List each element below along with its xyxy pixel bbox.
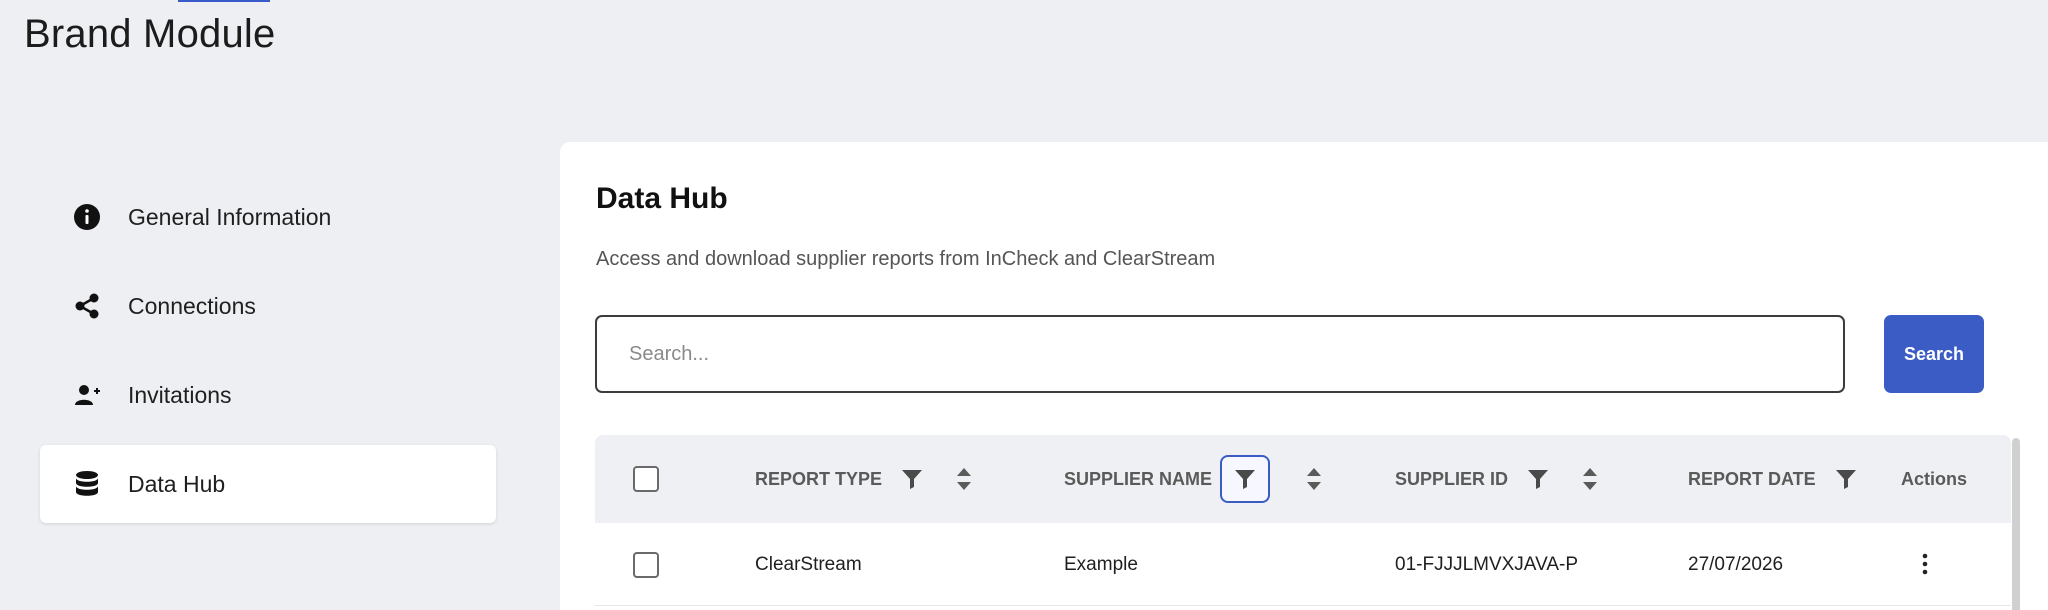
more-actions-icon[interactable] xyxy=(1910,549,1940,579)
sidebar-item-label: Invitations xyxy=(128,381,232,408)
table-row: ClearStream Example 01-FJJJLMVXJAVA-P 27… xyxy=(595,523,2011,606)
column-label: SUPPLIER ID xyxy=(1395,468,1509,489)
filter-icon[interactable] xyxy=(1220,455,1271,503)
page-title: Data Hub xyxy=(596,182,728,215)
column-label: SUPPLIER NAME xyxy=(1064,468,1213,489)
select-all-checkbox[interactable] xyxy=(633,466,659,492)
cell-report-date: 27/07/2026 xyxy=(1688,553,1784,575)
sidebar-item-label: General Information xyxy=(128,203,332,230)
column-header-report-date: REPORT DATE xyxy=(1688,435,1884,523)
data-hub-panel: Data Hub Access and download supplier re… xyxy=(560,142,2048,610)
row-checkbox[interactable] xyxy=(633,552,659,578)
column-header-supplier-id: SUPPLIER ID xyxy=(1395,435,1628,523)
info-icon xyxy=(72,202,102,232)
sidebar: General Information Connections Invitati… xyxy=(40,178,496,534)
column-label: Actions xyxy=(1901,468,1968,489)
column-label: REPORT TYPE xyxy=(755,468,883,489)
sort-icon[interactable] xyxy=(1576,465,1604,493)
column-header-supplier-name: SUPPLIER NAME xyxy=(1064,435,1352,523)
sidebar-item-label: Data Hub xyxy=(128,470,226,497)
cell-report-type: ClearStream xyxy=(755,553,862,575)
column-header-report-type: REPORT TYPE xyxy=(755,435,1002,523)
share-icon xyxy=(72,291,102,321)
search-input[interactable] xyxy=(595,315,1845,393)
sidebar-item-label: Connections xyxy=(128,292,256,319)
table-scrollbar[interactable] xyxy=(2012,438,2020,610)
sort-icon[interactable] xyxy=(1300,465,1328,493)
sidebar-item-data-hub[interactable]: Data Hub xyxy=(40,445,496,523)
filter-icon[interactable] xyxy=(898,465,926,493)
sidebar-item-connections[interactable]: Connections xyxy=(40,267,496,345)
search-button[interactable]: Search xyxy=(1884,315,1984,393)
cell-supplier-id: 01-FJJJLMVXJAVA-P xyxy=(1395,553,1579,575)
sidebar-item-invitations[interactable]: Invitations xyxy=(40,356,496,434)
page-subtitle: Access and download supplier reports fro… xyxy=(596,248,1216,270)
cell-supplier-name: Example xyxy=(1064,553,1138,575)
app-title: Brand Module xyxy=(24,12,276,56)
reports-table: REPORT TYPE SUPPLIER NAME SUPPLIER ID RE… xyxy=(595,435,2011,606)
sort-icon[interactable] xyxy=(950,465,978,493)
table-header: REPORT TYPE SUPPLIER NAME SUPPLIER ID RE… xyxy=(595,435,2011,523)
filter-icon[interactable] xyxy=(1524,465,1552,493)
user-plus-icon xyxy=(72,380,102,410)
column-header-actions: Actions xyxy=(1901,435,1983,523)
filter-icon[interactable] xyxy=(1832,465,1860,493)
top-accent-bar xyxy=(178,0,270,2)
column-label: REPORT DATE xyxy=(1688,468,1816,489)
database-icon xyxy=(72,469,102,499)
sidebar-item-general-information[interactable]: General Information xyxy=(40,178,496,256)
